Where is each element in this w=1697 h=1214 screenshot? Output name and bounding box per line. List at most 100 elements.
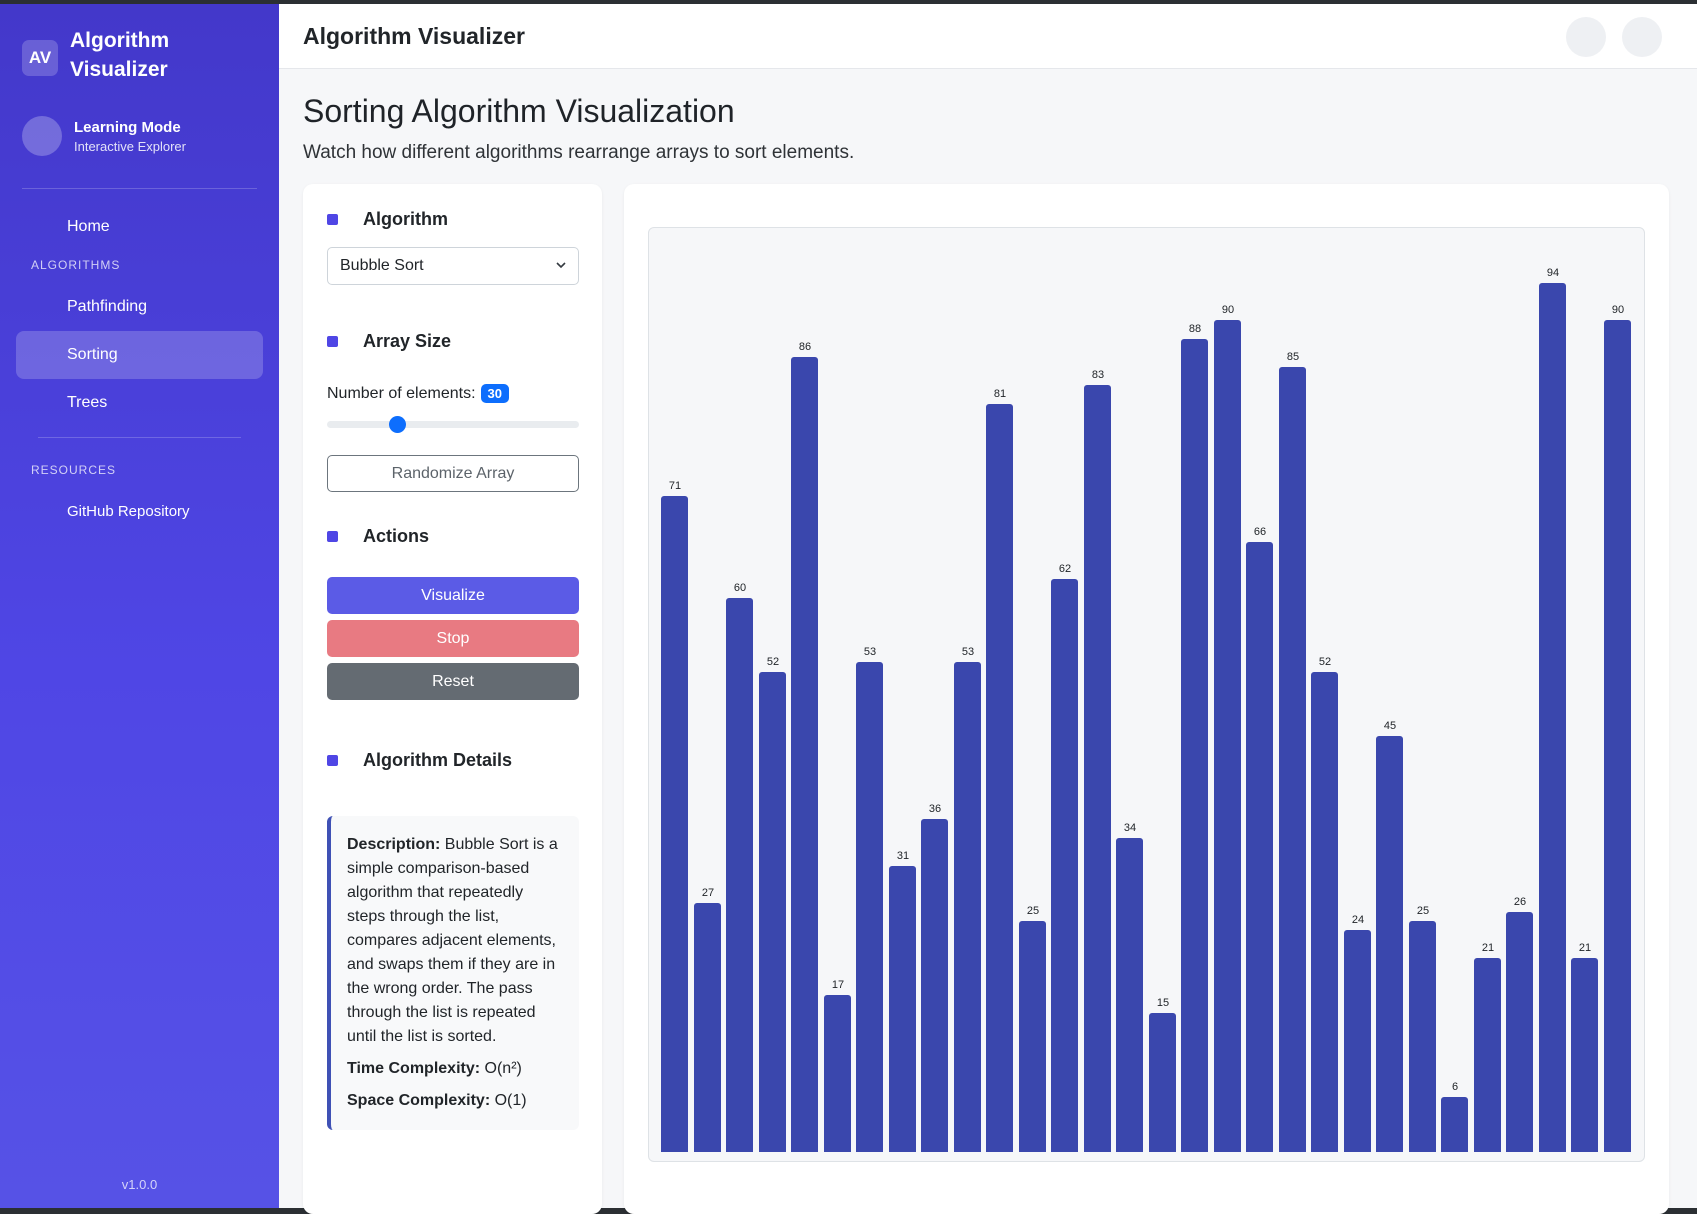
bar-value-label: 17 bbox=[831, 979, 845, 991]
algorithm-select[interactable]: Bubble Sort bbox=[327, 247, 579, 285]
sidebar-item-sorting[interactable]: Sorting bbox=[16, 331, 263, 379]
bar-value-label: 94 bbox=[1546, 267, 1560, 279]
brand-logo: AV bbox=[22, 40, 58, 76]
array-bar bbox=[1311, 672, 1338, 1152]
bar-value-label: 25 bbox=[1416, 905, 1430, 917]
brand[interactable]: AV Algorithm Visualizer bbox=[0, 4, 279, 84]
chevron-down-icon bbox=[556, 262, 566, 269]
bar-value-label: 53 bbox=[863, 646, 877, 658]
sidebar-item-pathfinding[interactable]: Pathfinding bbox=[16, 283, 263, 331]
array-bar bbox=[661, 496, 688, 1152]
time-complexity: Time Complexity: O(n²) bbox=[347, 1057, 563, 1081]
bar-value-label: 86 bbox=[798, 341, 812, 353]
algorithm-select-value: Bubble Sort bbox=[340, 257, 424, 274]
time-complexity-value: O(n²) bbox=[484, 1060, 522, 1077]
bar-value-label: 27 bbox=[701, 887, 715, 899]
bar-value-label: 85 bbox=[1286, 351, 1300, 363]
section-title: Array Size bbox=[363, 331, 452, 351]
main-content: Algorithm Visualizer Sorting Algorithm V… bbox=[279, 4, 1697, 1214]
bar-value-label: 34 bbox=[1123, 822, 1137, 834]
visualize-button[interactable]: Visualize bbox=[327, 577, 579, 614]
bar-chart: 71 27 60 52 86 17 53 31 36 53 81 25 62 83 34 15 88 90 66 85… bbox=[661, 228, 1636, 1161]
array-bar bbox=[759, 672, 786, 1152]
section-bullet-icon bbox=[327, 755, 338, 766]
array-bar bbox=[1019, 921, 1046, 1152]
array-bar bbox=[1474, 958, 1501, 1152]
array-bar bbox=[1149, 1013, 1176, 1152]
array-bar bbox=[1279, 367, 1306, 1152]
section-bullet-icon bbox=[327, 214, 338, 225]
array-bar bbox=[1506, 912, 1533, 1152]
slider-handle[interactable] bbox=[389, 416, 406, 433]
version-label: v1.0.0 bbox=[121, 1177, 158, 1192]
space-complexity: Space Complexity: O(1) bbox=[347, 1089, 563, 1113]
array-bar bbox=[1084, 385, 1111, 1152]
array-bar bbox=[1181, 339, 1208, 1152]
randomize-array-button[interactable]: Randomize Array bbox=[327, 455, 579, 492]
page-subtitle: Watch how different algorithms rearrange… bbox=[303, 142, 855, 163]
bar-value-label: 21 bbox=[1481, 942, 1495, 954]
array-bar bbox=[1604, 320, 1631, 1152]
array-bar bbox=[726, 598, 753, 1152]
user-profile: Learning Mode Interactive Explorer bbox=[0, 116, 279, 156]
stop-button[interactable]: Stop bbox=[327, 620, 579, 657]
array-bar bbox=[856, 662, 883, 1152]
space-complexity-label: Space Complexity: bbox=[347, 1092, 491, 1109]
controls-panel: Algorithm Bubble Sort Array Size Number … bbox=[303, 184, 602, 1214]
bar-value-label: 83 bbox=[1091, 369, 1105, 381]
bar-value-label: 36 bbox=[928, 803, 942, 815]
bar-value-label: 52 bbox=[766, 656, 780, 668]
brand-title: Algorithm Visualizer bbox=[70, 29, 170, 81]
topbar-action-button[interactable] bbox=[1566, 17, 1606, 57]
array-bar bbox=[694, 903, 721, 1152]
top-bar: Algorithm Visualizer bbox=[279, 4, 1697, 69]
description-text: Bubble Sort is a simple comparison-based… bbox=[347, 836, 558, 1045]
array-bar bbox=[1051, 579, 1078, 1152]
topbar-title: Algorithm Visualizer bbox=[303, 22, 525, 49]
bar-value-label: 62 bbox=[1058, 563, 1072, 575]
bar-value-label: 15 bbox=[1156, 997, 1170, 1009]
array-bar bbox=[824, 995, 851, 1152]
bar-value-label: 66 bbox=[1253, 526, 1267, 538]
array-size-slider[interactable] bbox=[327, 416, 579, 433]
bar-value-label: 90 bbox=[1611, 304, 1625, 316]
array-size-heading: Array Size bbox=[327, 331, 451, 352]
nav-section-resources: RESOURCES bbox=[31, 463, 117, 477]
actions-heading: Actions bbox=[327, 526, 429, 547]
array-bar bbox=[889, 866, 916, 1152]
array-bar bbox=[1246, 542, 1273, 1152]
bar-value-label: 90 bbox=[1221, 304, 1235, 316]
sidebar-item-trees[interactable]: Trees bbox=[16, 379, 263, 427]
section-title: Actions bbox=[363, 526, 430, 546]
algorithm-details-heading: Algorithm Details bbox=[327, 750, 512, 771]
space-complexity-value: O(1) bbox=[494, 1092, 527, 1109]
array-bar bbox=[921, 819, 948, 1152]
array-bar bbox=[1376, 736, 1403, 1152]
bar-value-label: 71 bbox=[668, 480, 682, 492]
user-name: Learning Mode bbox=[74, 118, 181, 136]
bar-value-label: 88 bbox=[1188, 323, 1202, 335]
user-subtitle: Interactive Explorer bbox=[74, 138, 186, 154]
size-label: Number of elements: bbox=[327, 384, 476, 402]
bar-value-label: 24 bbox=[1351, 914, 1365, 926]
section-title: Algorithm bbox=[363, 209, 448, 229]
bar-value-label: 6 bbox=[1451, 1081, 1459, 1093]
array-bar bbox=[1116, 838, 1143, 1152]
bar-value-label: 45 bbox=[1383, 720, 1397, 732]
algorithm-details-box: Description: Bubble Sort is a simple com… bbox=[327, 816, 579, 1130]
array-bar bbox=[954, 662, 981, 1152]
bar-value-label: 81 bbox=[993, 388, 1007, 400]
array-bar bbox=[986, 404, 1013, 1152]
sidebar-item-github[interactable]: GitHub Repository bbox=[16, 488, 263, 536]
bar-value-label: 31 bbox=[896, 850, 910, 862]
description-label: Description: bbox=[347, 836, 441, 853]
algorithm-heading: Algorithm bbox=[327, 209, 448, 230]
sidebar: AV Algorithm Visualizer Learning Mode In… bbox=[0, 4, 279, 1208]
topbar-action-button[interactable] bbox=[1622, 17, 1662, 57]
bar-value-label: 26 bbox=[1513, 896, 1527, 908]
sidebar-item-home[interactable]: Home bbox=[16, 203, 263, 251]
app-window: AV Algorithm Visualizer Learning Mode In… bbox=[0, 4, 1697, 1214]
bar-value-label: 60 bbox=[733, 582, 747, 594]
array-bar bbox=[1344, 930, 1371, 1152]
reset-button[interactable]: Reset bbox=[327, 663, 579, 700]
